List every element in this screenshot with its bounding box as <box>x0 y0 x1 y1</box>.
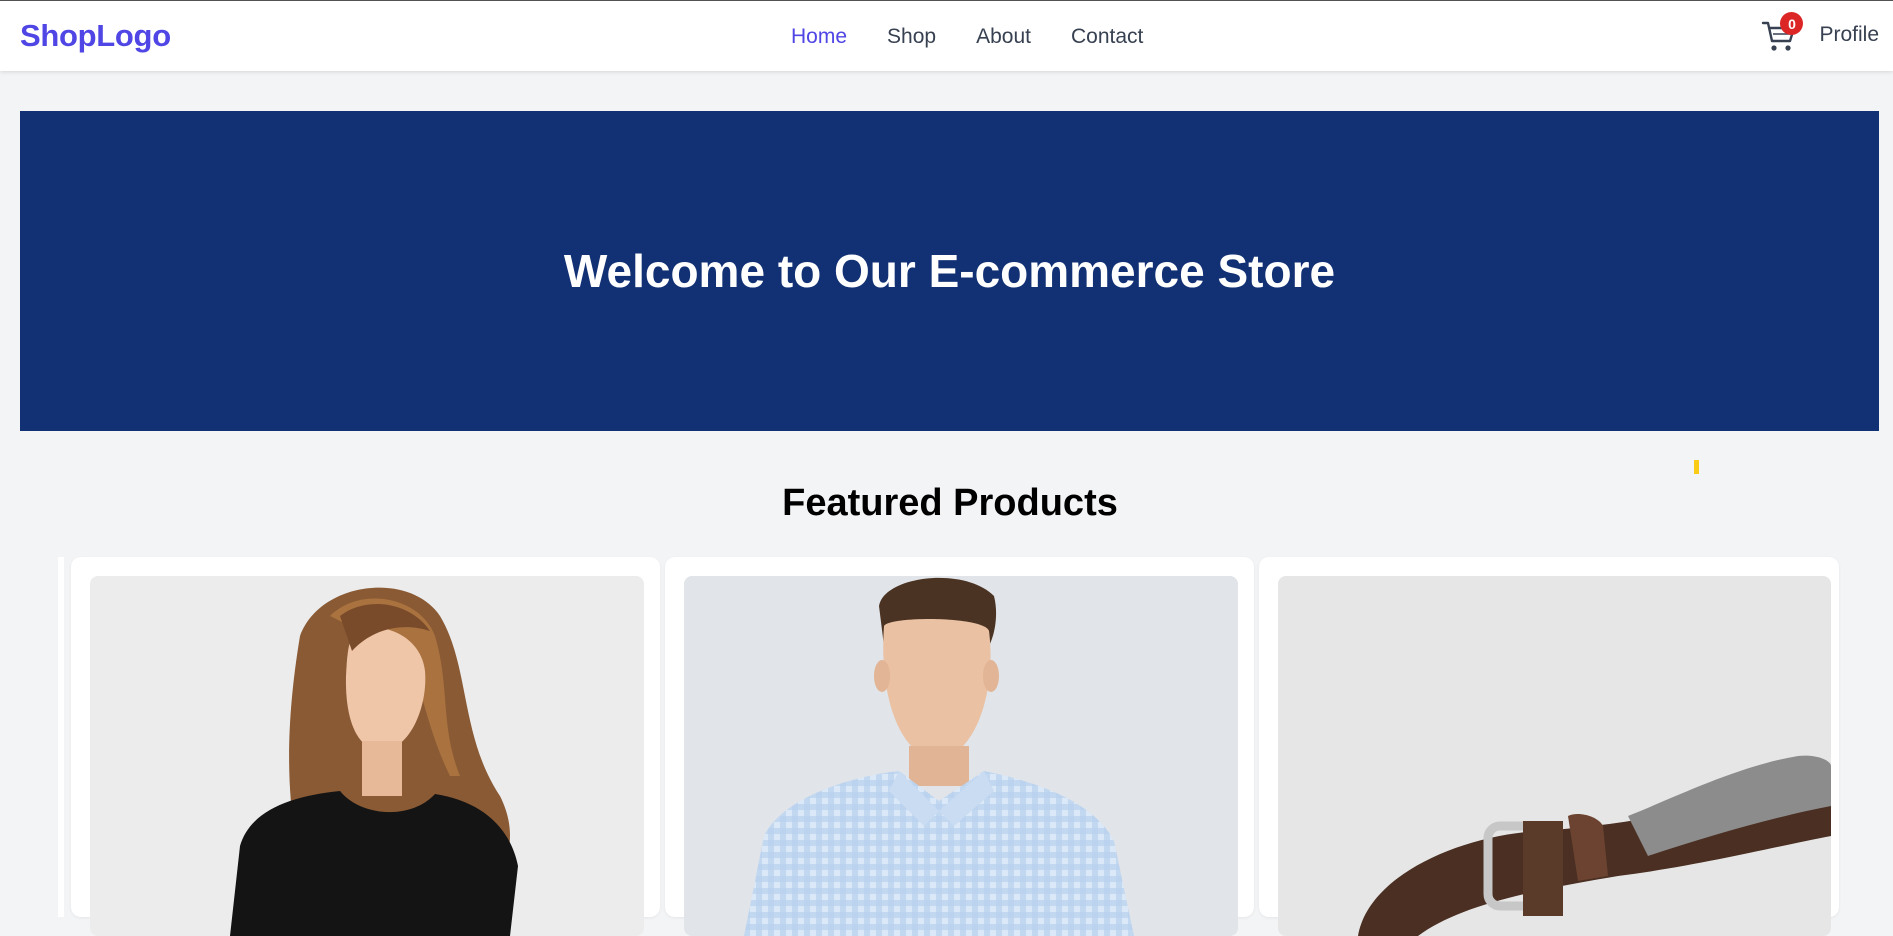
main-nav: Home Shop About Contact <box>791 25 1183 49</box>
shop-logo[interactable]: ShopLogo <box>20 18 171 54</box>
decorative-marker <box>1694 460 1699 474</box>
product-card[interactable] <box>71 557 660 936</box>
hero-banner: Welcome to Our E-commerce Store <box>20 111 1879 431</box>
profile-link[interactable]: Profile <box>1819 23 1879 47</box>
product-image-man[interactable] <box>684 576 1238 936</box>
nav-shop-link[interactable]: Shop <box>887 25 936 49</box>
cart-count-badge: 0 <box>1780 12 1804 35</box>
cart-button[interactable]: 0 <box>1759 12 1804 55</box>
hero-title: Welcome to Our E-commerce Store <box>563 245 1336 297</box>
navbar: ShopLogo Home Shop About Contact 0 Profi… <box>0 1 1893 71</box>
nav-actions: 0 Profile <box>1759 12 1879 55</box>
carousel-previous-card-edge <box>58 557 64 917</box>
nav-home-link[interactable]: Home <box>791 25 847 49</box>
product-card[interactable] <box>1259 557 1839 936</box>
featured-products-title: Featured Products <box>782 482 1118 524</box>
nav-contact-link[interactable]: Contact <box>1071 25 1143 49</box>
product-image-woman[interactable] <box>90 576 644 936</box>
product-image-belt[interactable] <box>1278 576 1831 936</box>
product-card[interactable] <box>665 557 1254 936</box>
nav-about-link[interactable]: About <box>976 25 1031 49</box>
